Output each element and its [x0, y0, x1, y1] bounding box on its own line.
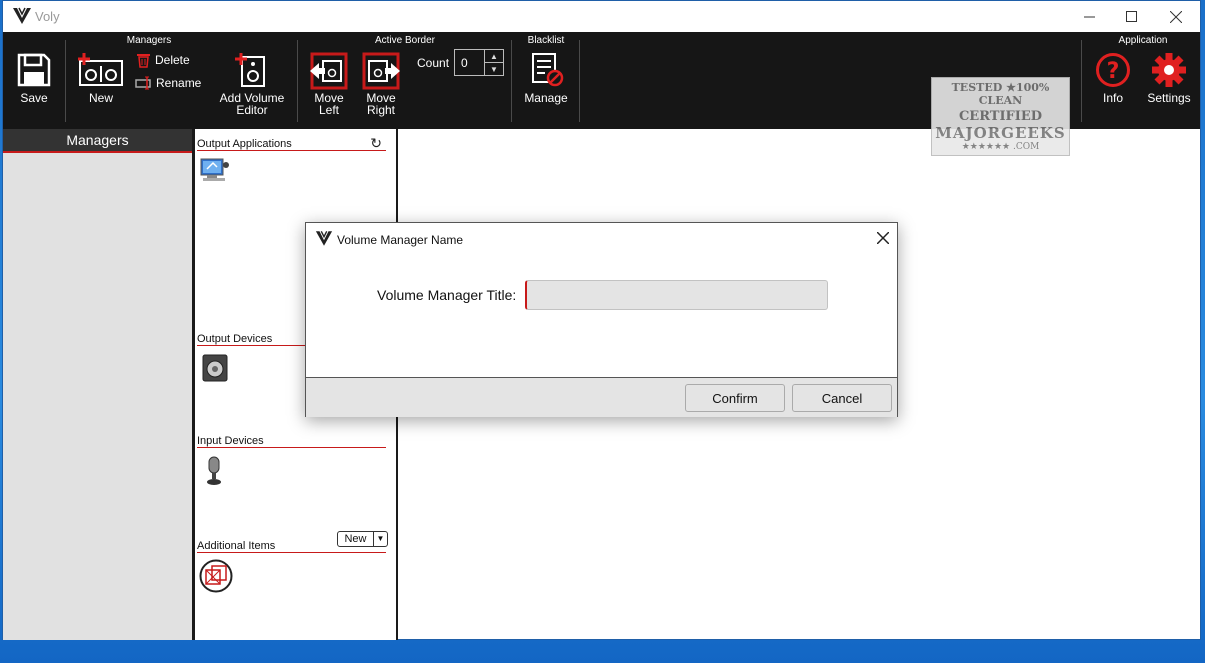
output-applications-title: Output Applications: [197, 138, 292, 150]
maximize-icon: [1125, 11, 1137, 22]
save-icon: [17, 53, 51, 87]
gear-icon: [1152, 53, 1186, 87]
application-group-title: Application: [1118, 35, 1168, 46]
close-icon: [1170, 10, 1182, 23]
count-increment-button[interactable]: ▲: [484, 50, 503, 63]
trash-icon: [137, 54, 150, 68]
count-decrement-button[interactable]: ▼: [485, 63, 503, 75]
additional-item-icon[interactable]: [199, 559, 233, 593]
move-left-label-2: Left: [318, 103, 339, 117]
add-volume-editor-label-2: Editor: [236, 103, 268, 117]
close-icon: [876, 231, 890, 245]
settings-label: Settings: [1147, 91, 1191, 105]
minimize-button[interactable]: [1066, 1, 1112, 32]
save-button[interactable]: Save: [13, 52, 55, 104]
new-manager-label: New: [88, 91, 113, 105]
chevron-up-icon: ▲: [489, 51, 498, 61]
voly-logo-icon: [315, 230, 333, 246]
ribbon-separator: [579, 40, 580, 122]
managers-group-title: Managers: [126, 35, 172, 46]
dialog-footer: Confirm Cancel: [306, 377, 897, 417]
svg-text:?: ?: [1107, 59, 1120, 84]
output-devices-title: Output Devices: [197, 333, 273, 345]
new-manager-icon: [78, 53, 123, 86]
count-value[interactable]: 0: [455, 50, 484, 75]
close-window-button[interactable]: [1153, 1, 1199, 32]
chevron-down-icon: ▼: [373, 532, 387, 546]
output-applications-header: Output Applications ↻: [197, 133, 386, 151]
move-right-button[interactable]: Move Right: [359, 52, 403, 116]
new-item-label: New: [344, 533, 367, 545]
input-devices-header: Input Devices: [197, 430, 386, 448]
manage-blacklist-button[interactable]: Manage: [519, 52, 573, 104]
volume-manager-title-label: Volume Manager Title:: [377, 287, 517, 303]
new-manager-button[interactable]: New: [75, 52, 127, 104]
blacklist-group-title: Blacklist: [527, 35, 565, 46]
microphone-icon[interactable]: [203, 455, 225, 487]
rename-manager-button[interactable]: Rename: [135, 76, 201, 90]
move-left-button[interactable]: Move Left: [307, 52, 351, 116]
delete-manager-button[interactable]: Delete: [136, 52, 190, 68]
additional-items-header: Additional Items New ▼: [197, 531, 388, 553]
manage-label: Manage: [524, 91, 568, 105]
add-volume-editor-button[interactable]: Add Volume Editor: [214, 52, 290, 116]
help-icon: ?: [1096, 53, 1130, 87]
dialog-close-button[interactable]: [876, 228, 890, 249]
ribbon-separator: [297, 40, 298, 122]
blacklist-icon: [532, 53, 564, 87]
rename-label: Rename: [156, 76, 202, 90]
watermark-line-2: CERTIFIED: [958, 109, 1043, 124]
ribbon-separator: [1081, 40, 1082, 122]
title-bar: Voly: [3, 1, 1200, 32]
info-label: Info: [1102, 91, 1123, 105]
majorgeeks-watermark: TESTED ★100% CLEAN CERTIFIED MAJORGEEKS …: [931, 77, 1070, 156]
volume-manager-name-dialog: Volume Manager Name Volume Manager Title…: [305, 222, 898, 417]
ribbon-separator: [511, 40, 512, 122]
ribbon-separator: [65, 40, 66, 122]
watermark-line-4: ★★★★★★ .COM: [961, 142, 1040, 152]
voly-logo-icon: [13, 7, 31, 24]
save-label: Save: [20, 91, 48, 105]
refresh-icon[interactable]: ↻: [370, 135, 382, 152]
new-item-dropdown[interactable]: New ▼: [337, 531, 388, 547]
count-stepper[interactable]: 0 ▲ ▼: [454, 49, 504, 76]
minimize-icon: [1083, 16, 1095, 18]
add-volume-editor-icon: [235, 53, 265, 87]
volume-manager-title-input[interactable]: [525, 280, 828, 310]
system-sounds-icon[interactable]: [199, 155, 231, 183]
move-left-icon: [310, 52, 348, 90]
move-right-label-2: Right: [366, 103, 395, 117]
chevron-down-icon: ▼: [489, 64, 498, 74]
managers-pane: Managers: [3, 129, 192, 640]
confirm-button[interactable]: Confirm: [685, 384, 785, 412]
window-title: Voly: [35, 9, 60, 24]
count-label: Count: [417, 56, 450, 70]
maximize-button[interactable]: [1108, 1, 1154, 32]
watermark-line-1: TESTED ★100% CLEAN: [951, 81, 1050, 107]
input-devices-title: Input Devices: [197, 435, 264, 447]
settings-button[interactable]: Settings: [1143, 52, 1195, 104]
dialog-title: Volume Manager Name: [337, 233, 464, 247]
watermark-line-3: MAJORGEEKS: [935, 124, 1066, 142]
speaker-icon[interactable]: [201, 353, 229, 383]
output-devices-header: Output Devices: [197, 328, 307, 346]
move-right-icon: [362, 52, 400, 90]
info-button[interactable]: ? Info: [1093, 52, 1133, 104]
additional-items-title: Additional Items: [197, 540, 276, 552]
managers-header: Managers: [3, 129, 192, 153]
rename-icon: [135, 76, 151, 90]
cancel-button[interactable]: Cancel: [792, 384, 892, 412]
delete-label: Delete: [155, 53, 190, 67]
active-border-group-title: Active Border: [374, 35, 436, 46]
